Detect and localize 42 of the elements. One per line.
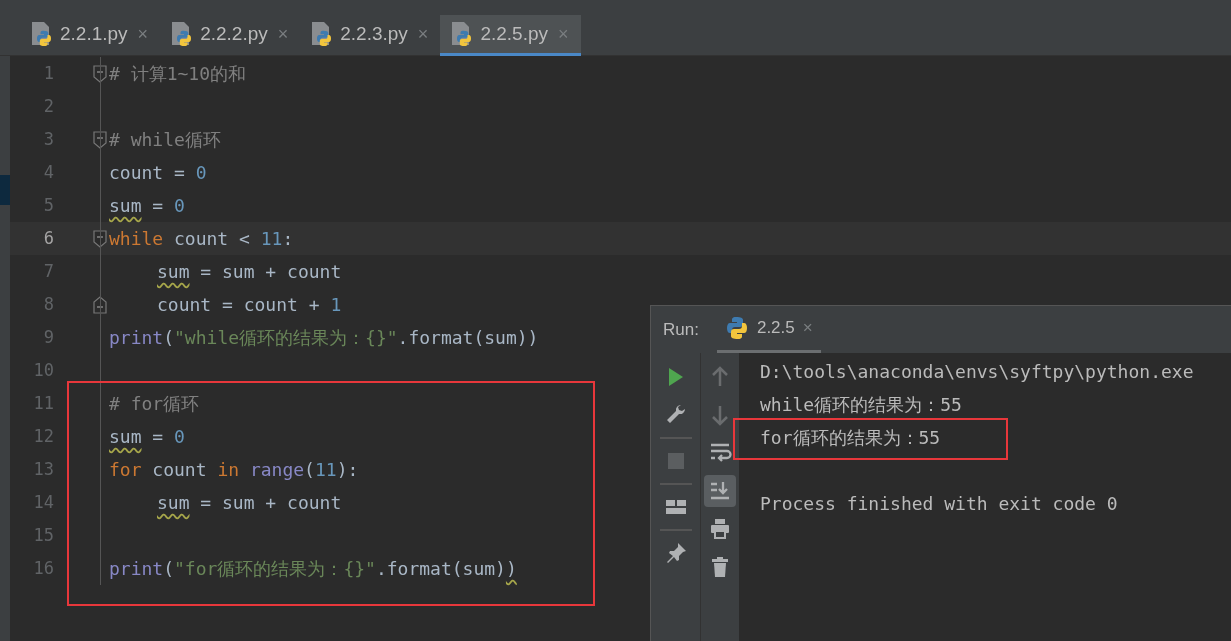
console-line: while循环的结果为：55 xyxy=(760,393,962,417)
code-line: print("for循环的结果为：{}".format(sum)) xyxy=(108,557,517,581)
line-number: 3 xyxy=(42,127,54,151)
line-number: 8 xyxy=(42,292,54,316)
line-number: 4 xyxy=(42,160,54,184)
code-line: print("while循环的结果为：{}".format(sum)) xyxy=(108,326,539,350)
close-icon[interactable]: × xyxy=(802,315,813,341)
code-line: # for循环 xyxy=(108,392,200,416)
close-icon[interactable]: × xyxy=(277,20,289,48)
code-line: while count < 11: xyxy=(108,227,294,251)
file-tab[interactable]: 2.2.2.py × xyxy=(160,15,301,56)
code-line: count = 0 xyxy=(108,161,207,185)
close-icon[interactable]: × xyxy=(417,20,429,48)
file-tab[interactable]: 2.2.3.py × xyxy=(300,15,441,56)
console-line: D:\tools\anaconda\envs\syftpy\python.exe xyxy=(760,360,1194,384)
line-number: 6 xyxy=(42,226,54,250)
code-line: sum = sum + count xyxy=(156,491,342,515)
console-line: Process finished with exit code 0 xyxy=(760,492,1118,516)
line-number: 5 xyxy=(42,193,54,217)
code-line: for count in range(11): xyxy=(108,458,359,482)
line-number: 16 xyxy=(32,556,54,580)
code-line: sum = 0 xyxy=(108,194,185,218)
file-tab[interactable]: 2.2.5.py × xyxy=(440,15,581,56)
line-number: 12 xyxy=(32,424,54,448)
code-line: sum = sum + count xyxy=(156,260,342,284)
code-line: # while循环 xyxy=(108,128,221,152)
line-number: 7 xyxy=(42,259,54,283)
line-number: 10 xyxy=(32,358,54,382)
code-line: sum = 0 xyxy=(108,425,185,449)
code-line: count = count + 1 xyxy=(156,293,342,317)
code-line: # 计算1~10的和 xyxy=(108,62,247,86)
line-number: 2 xyxy=(42,94,54,118)
line-number: 11 xyxy=(32,391,54,415)
run-label: Run: xyxy=(663,318,699,341)
line-number: 9 xyxy=(42,325,54,349)
file-tab[interactable]: 2.2.1.py × xyxy=(20,15,161,56)
console-line: for循环的结果为：55 xyxy=(760,426,941,450)
line-number: 13 xyxy=(32,457,54,481)
line-number: 1 xyxy=(42,61,54,85)
close-icon[interactable]: × xyxy=(137,20,149,48)
line-number: 15 xyxy=(32,523,54,547)
line-number: 14 xyxy=(32,490,54,514)
